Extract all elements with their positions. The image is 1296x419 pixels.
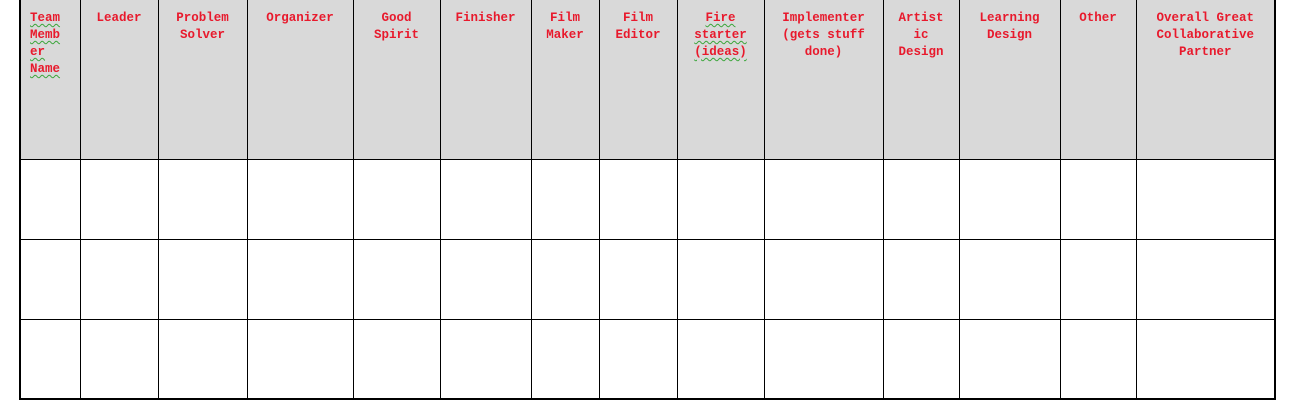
table-cell[interactable] (763, 318, 884, 400)
team-roles-table: Team Memb er Name Leader Problem Solver … (19, 0, 1276, 400)
header-film-maker: Film Maker (530, 0, 600, 160)
table-cell[interactable] (530, 238, 600, 320)
table-row (19, 238, 1276, 320)
table-cell[interactable] (19, 158, 81, 240)
table-cell[interactable] (1059, 158, 1137, 240)
header-other: Other (1059, 0, 1137, 160)
table-cell[interactable] (79, 158, 159, 240)
table-cell[interactable] (882, 318, 960, 400)
header-overall-collaborative-partner: Overall Great Collaborative Partner (1135, 0, 1276, 160)
header-learning-design: Learning Design (958, 0, 1061, 160)
table-cell[interactable] (958, 158, 1061, 240)
header-implementer: Implementer (gets stuff done) (763, 0, 884, 160)
table-cell[interactable] (79, 318, 159, 400)
table-cell[interactable] (763, 238, 884, 320)
table-cell[interactable] (352, 318, 441, 400)
table-cell[interactable] (598, 238, 678, 320)
header-leader: Leader (79, 0, 159, 160)
table-cell[interactable] (530, 158, 600, 240)
table-cell[interactable] (352, 158, 441, 240)
table-cell[interactable] (246, 318, 354, 400)
table-cell[interactable] (676, 238, 765, 320)
table-cell[interactable] (598, 318, 678, 400)
table-cell[interactable] (439, 158, 532, 240)
table-cell[interactable] (958, 318, 1061, 400)
table-cell[interactable] (1135, 318, 1276, 400)
header-artistic-design: Artist ic Design (882, 0, 960, 160)
document-page: Team Memb er Name Leader Problem Solver … (19, 0, 1276, 400)
table-cell[interactable] (19, 318, 81, 400)
header-good-spirit: Good Spirit (352, 0, 441, 160)
table-cell[interactable] (246, 158, 354, 240)
table-cell[interactable] (958, 238, 1061, 320)
table-cell[interactable] (19, 238, 81, 320)
table-cell[interactable] (246, 238, 354, 320)
table-cell[interactable] (157, 318, 248, 400)
header-row: Team Memb er Name Leader Problem Solver … (19, 0, 1276, 160)
table-cell[interactable] (439, 238, 532, 320)
header-fire-starter: Fire starter (ideas) (676, 0, 765, 160)
table-cell[interactable] (763, 158, 884, 240)
header-finisher: Finisher (439, 0, 532, 160)
table-cell[interactable] (882, 238, 960, 320)
table-row (19, 158, 1276, 240)
table-cell[interactable] (439, 318, 532, 400)
table-cell[interactable] (157, 238, 248, 320)
table-cell[interactable] (352, 238, 441, 320)
table-cell[interactable] (1059, 318, 1137, 400)
header-team-member-name: Team Memb er Name (19, 0, 81, 160)
table-cell[interactable] (1135, 238, 1276, 320)
table-cell[interactable] (882, 158, 960, 240)
table-cell[interactable] (676, 318, 765, 400)
table-cell[interactable] (676, 158, 765, 240)
header-problem-solver: Problem Solver (157, 0, 248, 160)
table-cell[interactable] (157, 158, 248, 240)
table-row (19, 318, 1276, 400)
table-cell[interactable] (1135, 158, 1276, 240)
table-cell[interactable] (530, 318, 600, 400)
table-cell[interactable] (79, 238, 159, 320)
table-cell[interactable] (1059, 238, 1137, 320)
header-organizer: Organizer (246, 0, 354, 160)
header-film-editor: Film Editor (598, 0, 678, 160)
table-cell[interactable] (598, 158, 678, 240)
